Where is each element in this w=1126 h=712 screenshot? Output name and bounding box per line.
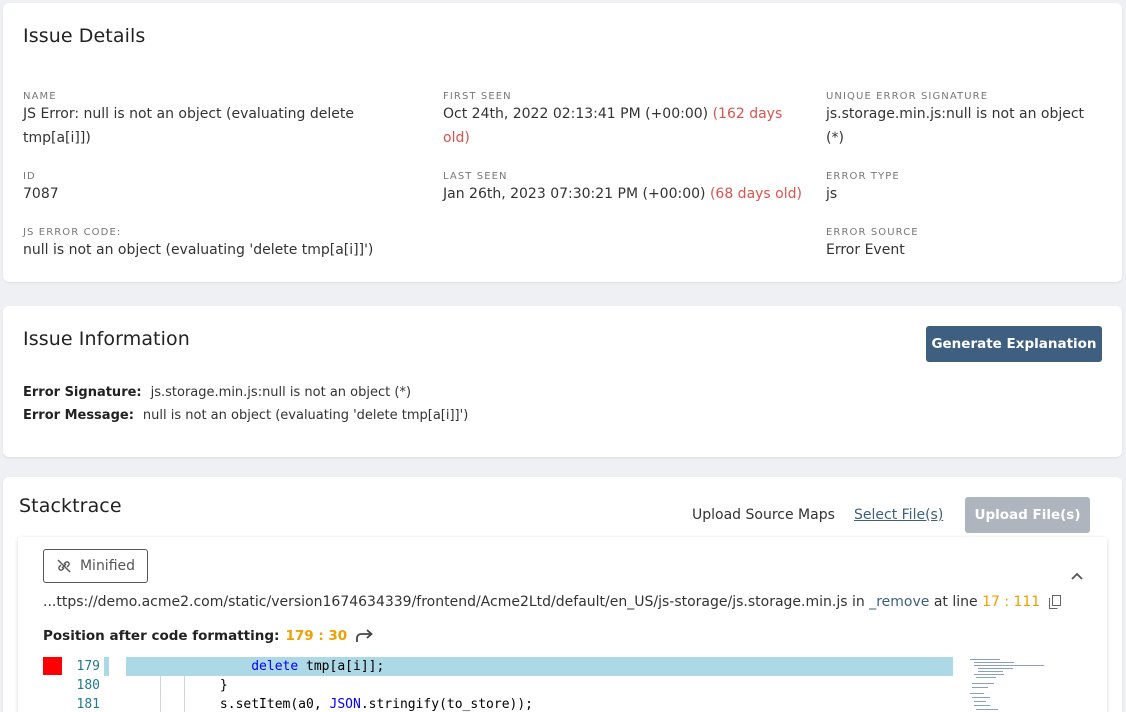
- code-text: s.setItem(a0, JSON.stringify(to_store));: [126, 697, 533, 712]
- signature-label: UNIQUE ERROR SIGNATURE: [826, 91, 989, 102]
- position-label: Position after code formatting:: [43, 628, 280, 644]
- code-line: 181 s.setItem(a0, JSON.stringify(to_stor…: [43, 695, 953, 712]
- name-value: JS Error: null is not an object (evaluat…: [23, 106, 354, 146]
- error-source-value: Error Event: [826, 242, 905, 258]
- code-line: 180 }: [43, 676, 953, 695]
- error-type-value: js: [826, 186, 838, 202]
- last-seen-value: Jan 26th, 2023 07:30:21 PM (+00:00) (68 …: [443, 186, 802, 202]
- minified-label: Minified: [79, 558, 136, 574]
- first-seen-label: FIRST SEEN: [443, 91, 512, 102]
- redo-arrow-icon[interactable]: [355, 628, 375, 644]
- js-error-code-value: null is not an object (evaluating 'delet…: [23, 242, 374, 258]
- generate-explanation-button[interactable]: Generate Explanation: [926, 326, 1102, 362]
- error-message-label: Error Message:: [23, 408, 134, 423]
- id-value: 7087: [23, 186, 59, 202]
- select-files-link[interactable]: Select File(s): [854, 507, 943, 523]
- line-location: 17 : 111: [982, 594, 1041, 610]
- last-seen-label: LAST SEEN: [443, 171, 508, 182]
- id-label: ID: [23, 171, 36, 182]
- error-type-label: ERROR TYPE: [826, 171, 900, 182]
- frame-url: ...ttps://demo.acme2.com/static/version1…: [43, 594, 848, 610]
- copy-icon[interactable]: [1048, 595, 1061, 609]
- error-marker: [43, 657, 62, 675]
- issue-information-card: Issue Information Generate Explanation E…: [3, 306, 1122, 457]
- last-seen-age: (68 days old): [709, 186, 802, 202]
- line-number: 179: [76, 659, 100, 674]
- error-source-label: ERROR SOURCE: [826, 227, 919, 238]
- upload-source-maps-label: Upload Source Maps: [692, 507, 835, 523]
- code-minimap[interactable]: [968, 657, 1068, 712]
- code-viewer[interactable]: 179 delete tmp[a[i]]; 180 } 181 s.setIte…: [43, 657, 1088, 712]
- position-value: 179 : 30: [285, 628, 348, 644]
- first-seen-value: Oct 24th, 2022 02:13:41 PM (+00:00) (162…: [443, 106, 783, 146]
- minified-toggle-button[interactable]: Minified: [43, 549, 148, 583]
- issue-details-card: Issue Details NAME JS Error: null is not…: [3, 3, 1122, 282]
- issue-information-title: Issue Information: [23, 328, 190, 350]
- line-number: 180: [76, 678, 100, 693]
- signature-value: js.storage.min.js:null is not an object …: [826, 106, 1085, 146]
- upload-files-button[interactable]: Upload File(s): [965, 497, 1090, 533]
- chevron-up-icon[interactable]: [1070, 569, 1084, 583]
- error-message-row: Error Message: null is not an object (eva…: [23, 408, 468, 423]
- code-text: }: [126, 678, 228, 693]
- stacktrace-title: Stacktrace: [19, 495, 122, 517]
- stacktrace-card: Stacktrace Upload Source Maps Select Fil…: [3, 477, 1122, 712]
- error-signature-row: Error Signature: js.storage.min.js:null i…: [23, 385, 411, 400]
- stack-frame-panel: Minified ...ttps://demo.acme2.com/static…: [18, 537, 1107, 712]
- function-name: _remove: [869, 594, 930, 610]
- issue-details-title: Issue Details: [23, 25, 146, 47]
- error-message-value: null is not an object (evaluating 'delet…: [142, 408, 469, 423]
- position-after-formatting: Position after code formatting: 179 : 30: [43, 628, 375, 644]
- name-label: NAME: [23, 91, 57, 102]
- unlink-icon: [57, 559, 71, 573]
- error-signature-label: Error Signature:: [23, 385, 142, 400]
- js-error-code-label: JS ERROR CODE:: [23, 227, 122, 238]
- error-signature-value: js.storage.min.js:null is not an object …: [150, 385, 412, 400]
- code-text: delete tmp[a[i]];: [126, 657, 953, 676]
- line-number: 181: [76, 697, 100, 712]
- stack-frame-path: ...ttps://demo.acme2.com/static/version1…: [43, 594, 1061, 610]
- code-line: 179 delete tmp[a[i]];: [43, 657, 953, 676]
